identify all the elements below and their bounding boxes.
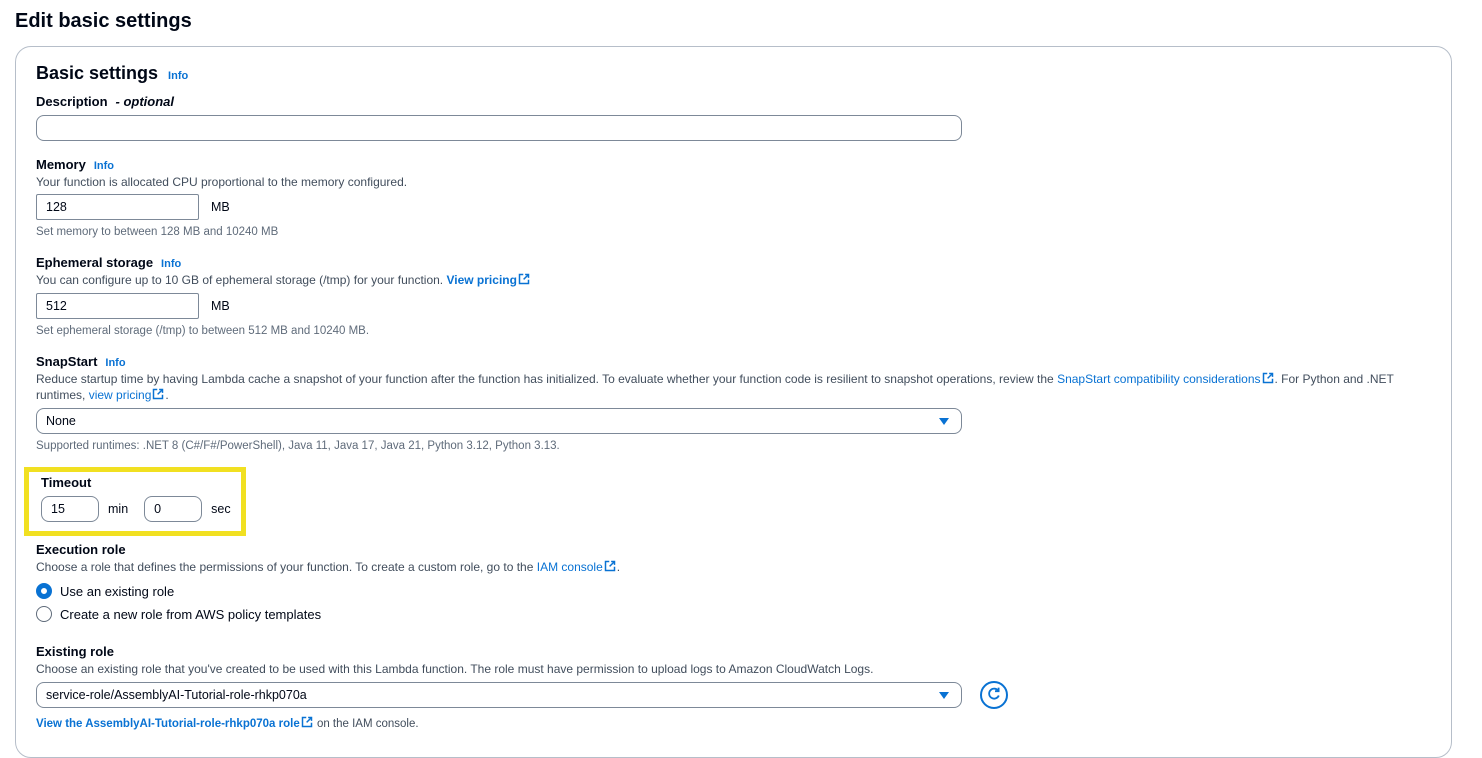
external-link-icon: [518, 273, 530, 289]
snapstart-info-link[interactable]: Info: [105, 357, 125, 369]
panel-title: Basic settings: [36, 63, 158, 84]
ephemeral-storage-info-link[interactable]: Info: [161, 258, 181, 270]
external-link-icon: [604, 560, 616, 576]
execution-role-field: Execution role Choose a role that define…: [36, 542, 1431, 622]
timeout-seconds-input[interactable]: [144, 496, 202, 522]
snapstart-selected-value: None: [46, 414, 76, 428]
ephemeral-storage-description: You can configure up to 10 GB of ephemer…: [36, 273, 1431, 289]
view-role-link-row: View the AssemblyAI-Tutorial-role-rhkp07…: [36, 716, 1431, 731]
panel-info-link[interactable]: Info: [168, 70, 188, 82]
external-link-icon: [301, 716, 313, 731]
snapstart-constraint: Supported runtimes: .NET 8 (C#/F#/PowerS…: [36, 439, 1431, 453]
ephemeral-storage-constraint: Set ephemeral storage (/tmp) to between …: [36, 324, 1431, 338]
existing-role-field: Existing role Choose an existing role th…: [36, 644, 1431, 731]
view-role-link[interactable]: View the AssemblyAI-Tutorial-role-rhkp07…: [36, 718, 300, 730]
timeout-label: Timeout: [41, 475, 233, 491]
execution-role-label: Execution role: [36, 542, 1431, 558]
view-pricing-link[interactable]: View pricing: [446, 273, 516, 287]
description-optional-suffix: - optional: [116, 94, 175, 109]
ephemeral-storage-input[interactable]: [36, 293, 199, 319]
memory-unit-label: MB: [211, 200, 230, 214]
ephemeral-storage-field: Ephemeral storage Info You can configure…: [36, 255, 1431, 338]
memory-input[interactable]: [36, 194, 199, 220]
description-input[interactable]: [36, 115, 962, 141]
description-field: Description - optional: [36, 94, 1431, 141]
radio-unselected-icon: [36, 606, 52, 622]
existing-role-selected-value: service-role/AssemblyAI-Tutorial-role-rh…: [46, 688, 307, 702]
refresh-icon: [986, 686, 1002, 705]
timeout-highlight-box: Timeout min sec: [24, 467, 246, 536]
radio-use-existing-role[interactable]: Use an existing role: [36, 583, 1431, 599]
description-label: Description: [36, 94, 108, 110]
timeout-sec-unit: sec: [211, 502, 230, 516]
memory-description: Your function is allocated CPU proportio…: [36, 175, 1431, 190]
view-role-link-suffix: on the IAM console.: [317, 718, 419, 730]
existing-role-select[interactable]: service-role/AssemblyAI-Tutorial-role-rh…: [36, 682, 962, 708]
refresh-roles-button[interactable]: [980, 681, 1008, 709]
description-label-row: Description - optional: [36, 94, 1431, 110]
snapstart-compat-link[interactable]: SnapStart compatibility considerations: [1057, 372, 1260, 386]
snapstart-label: SnapStart: [36, 354, 97, 370]
snapstart-description: Reduce startup time by having Lambda cac…: [36, 372, 1431, 404]
ephemeral-storage-label: Ephemeral storage: [36, 255, 153, 271]
snapstart-field: SnapStart Info Reduce startup time by ha…: [36, 354, 1431, 453]
iam-console-link[interactable]: IAM console: [537, 560, 603, 574]
memory-constraint: Set memory to between 128 MB and 10240 M…: [36, 225, 1431, 239]
page-title: Edit basic settings: [0, 0, 1482, 33]
external-link-icon: [1262, 372, 1274, 388]
memory-field: Memory Info Your function is allocated C…: [36, 157, 1431, 239]
memory-label: Memory: [36, 157, 86, 173]
basic-settings-panel: Basic settings Info Description - option…: [15, 46, 1452, 758]
timeout-minutes-input[interactable]: [41, 496, 99, 522]
external-link-icon: [152, 388, 164, 404]
memory-info-link[interactable]: Info: [94, 160, 114, 172]
existing-role-description: Choose an existing role that you've crea…: [36, 662, 1431, 677]
chevron-down-icon: [939, 692, 949, 699]
chevron-down-icon: [939, 418, 949, 425]
execution-role-description: Choose a role that defines the permissio…: [36, 560, 1431, 576]
panel-header: Basic settings Info: [36, 63, 1431, 84]
ephemeral-storage-unit-label: MB: [211, 299, 230, 313]
snapstart-pricing-link[interactable]: view pricing: [89, 388, 152, 402]
snapstart-select[interactable]: None: [36, 408, 962, 434]
existing-role-label: Existing role: [36, 644, 1431, 660]
radio-create-new-role[interactable]: Create a new role from AWS policy templa…: [36, 606, 1431, 622]
timeout-min-unit: min: [108, 502, 128, 516]
radio-selected-icon: [36, 583, 52, 599]
